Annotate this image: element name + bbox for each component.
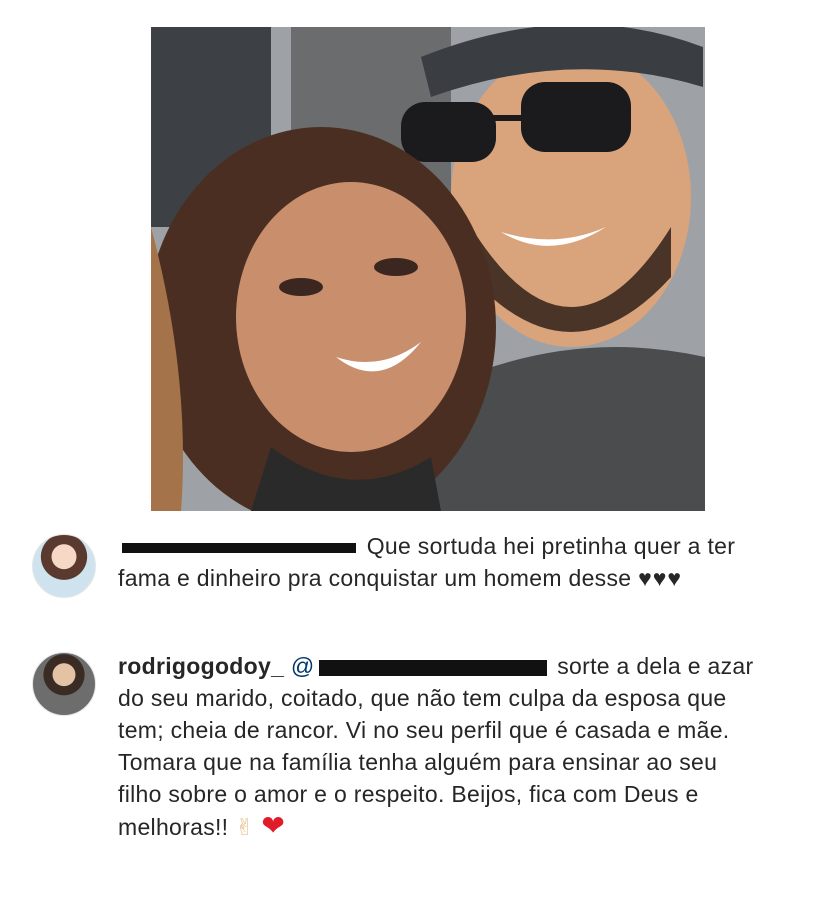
comment-body: sorte a dela e azar do seu marido, coita… — [118, 653, 754, 840]
redacted-mention — [318, 659, 547, 676]
comment-text: Que sortuda hei pretinha quer a ter fama… — [118, 530, 758, 594]
comment-text: rodrigogodoy_ @ sorte a dela e azar do s… — [118, 650, 758, 843]
heart-icon: ❤ — [261, 810, 286, 841]
victory-hand-icon: ✌ — [235, 814, 255, 840]
comment-username[interactable]: rodrigogodoy_ — [118, 653, 284, 679]
hearts-emoji: ♥♥♥ — [638, 565, 683, 591]
post-photo — [151, 27, 705, 511]
selfie-photo — [151, 27, 705, 511]
redacted-username — [122, 542, 356, 553]
avatar-woman-icon[interactable] — [32, 534, 96, 598]
avatar-man-icon[interactable] — [32, 652, 96, 716]
mention-prefix[interactable]: @ — [291, 653, 315, 679]
